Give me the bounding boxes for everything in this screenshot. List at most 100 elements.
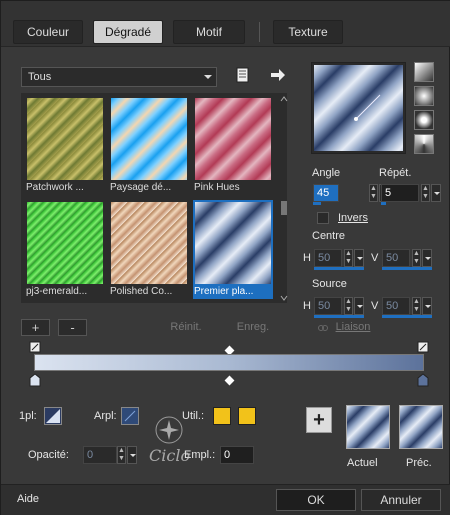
gradient-label: Pink Hues — [194, 182, 240, 193]
angle-slider[interactable] — [313, 202, 321, 205]
current-label: Actuel — [347, 457, 378, 469]
gradient-label: Premier pla... — [194, 286, 254, 297]
center-h-stepper[interactable]: ▲ ▼ — [344, 249, 353, 267]
watermark: Ciclo — [129, 416, 219, 476]
source-h-stepper[interactable]: ▲ ▼ — [344, 297, 353, 315]
gradient-swatch — [111, 202, 187, 284]
opacity-input[interactable]: 0 — [83, 446, 117, 464]
color-stop-end[interactable] — [417, 373, 429, 387]
gradient-thumb-patchwork[interactable]: Patchwork ... — [25, 96, 105, 195]
source-v-input[interactable]: 50 — [382, 297, 410, 315]
sunburst-style-button[interactable] — [414, 134, 434, 154]
tab-bar: Couleur Dégradé Motif Texture — [1, 1, 450, 47]
center-h-slider[interactable] — [314, 267, 364, 270]
gradient-swatch — [195, 98, 271, 180]
book-icon[interactable] — [234, 66, 252, 84]
center-h-dropdown[interactable] — [354, 249, 364, 267]
repeat-input[interactable]: 5 — [381, 184, 419, 202]
gradient-preview[interactable] — [311, 62, 406, 154]
link-icon — [318, 325, 328, 331]
remove-gradient-button[interactable]: - — [58, 319, 87, 336]
rectangular-style-button[interactable] — [414, 86, 434, 106]
color-midpoint[interactable] — [224, 375, 235, 386]
gradient-label: Patchwork ... — [26, 182, 84, 193]
chevron-down-icon[interactable] — [280, 295, 288, 301]
source-label: Source — [312, 278, 347, 290]
invert-label: Invers — [338, 212, 368, 224]
add-gradient-button[interactable]: + — [21, 319, 50, 336]
angle-stepper[interactable]: ▲ ▼ — [369, 184, 378, 202]
gradient-label: pj3-emerald... — [26, 286, 88, 297]
gradient-swatch — [111, 98, 187, 180]
center-v-input[interactable]: 50 — [382, 249, 410, 267]
tab-degrade[interactable]: Dégradé — [93, 20, 163, 44]
gradient-thumb-paysage[interactable]: Paysage dé... — [109, 96, 189, 195]
previous-gradient-thumb[interactable] — [399, 405, 443, 449]
point-label: 1pl: — [19, 410, 37, 422]
opacity-stop-start[interactable] — [29, 341, 41, 353]
center-h-input[interactable]: 50 — [314, 249, 342, 267]
chevron-up-icon[interactable] — [280, 96, 288, 102]
gradient-direction-handle[interactable] — [350, 87, 390, 127]
repeat-label: Répét. — [379, 167, 412, 179]
radial-style-button[interactable] — [414, 110, 434, 130]
opacity-stop-end[interactable] — [417, 341, 429, 353]
center-v-dropdown[interactable] — [422, 249, 432, 267]
gradient-thumb-polished-copper[interactable]: Polished Co... — [109, 200, 189, 299]
add-to-gallery-button[interactable]: + — [306, 407, 332, 433]
watermark-text: Ciclo — [149, 446, 191, 465]
angle-label: Angle — [312, 167, 341, 179]
repeat-stepper[interactable]: ▲ ▼ — [421, 184, 430, 202]
gradient-label: Paysage dé... — [110, 182, 172, 193]
gradient-swatch — [195, 202, 271, 284]
source-v-dropdown[interactable] — [422, 297, 432, 315]
source-h-dropdown[interactable] — [354, 297, 364, 315]
chevron-down-icon — [204, 75, 212, 79]
gradient-thumb-emerald[interactable]: pj3-emerald... — [25, 200, 105, 299]
gradient-swatch — [27, 202, 103, 284]
arrow-right-icon[interactable] — [269, 66, 287, 84]
gallery-scrollbar[interactable] — [279, 96, 289, 302]
save-gradient-button[interactable]: Enreg. — [223, 319, 283, 336]
category-select-value: Tous — [28, 71, 52, 83]
repeat-dropdown[interactable] — [431, 184, 441, 202]
gradient-swatch — [27, 98, 103, 180]
center-v-slider[interactable] — [382, 267, 432, 270]
empl-input[interactable]: 0 — [220, 446, 254, 464]
source-h-slider[interactable] — [314, 315, 364, 318]
scrollbar-thumb[interactable] — [281, 201, 287, 215]
source-v-slider[interactable] — [382, 315, 432, 318]
gradient-thumb-premier-plan[interactable]: Premier pla... — [193, 200, 273, 299]
previous-label: Préc. — [406, 457, 432, 469]
tab-motif[interactable]: Motif — [173, 20, 245, 44]
source-h-input[interactable]: 50 — [314, 297, 342, 315]
linear-style-button[interactable] — [414, 62, 434, 82]
reset-button[interactable]: Réinit. — [156, 319, 216, 336]
center-label: Centre — [312, 230, 346, 242]
tab-texture[interactable]: Texture — [273, 20, 343, 44]
cancel-button[interactable]: Annuler — [361, 489, 441, 511]
source-v-stepper[interactable]: ▲ ▼ — [412, 297, 421, 315]
angle-input[interactable]: 45 — [313, 184, 339, 202]
tab-couleur[interactable]: Couleur — [13, 20, 83, 44]
flower-logo-icon — [155, 416, 183, 444]
center-v-stepper[interactable]: ▲ ▼ — [412, 249, 421, 267]
gradient-bar[interactable] — [34, 354, 424, 371]
source-h-label: H — [303, 300, 311, 312]
help-link[interactable]: Aide — [17, 493, 39, 505]
source-v-label: V — [371, 300, 379, 312]
link-label[interactable]: Liaison — [331, 319, 375, 336]
opacity-label: Opacité: — [28, 449, 69, 461]
opacity-stepper[interactable]: ▲ ▼ — [117, 446, 126, 464]
foreground-stop-icon[interactable] — [44, 407, 62, 425]
invert-checkbox[interactable] — [317, 212, 329, 224]
ok-button[interactable]: OK — [276, 489, 356, 511]
gradient-gallery: Patchwork ... Paysage dé... Pink Hues pj… — [21, 93, 287, 303]
category-select[interactable]: Tous — [21, 67, 217, 87]
gradient-thumb-pink-hues[interactable]: Pink Hues — [193, 96, 273, 195]
color-stop-start[interactable] — [29, 373, 41, 387]
gradient-label: Polished Co... — [110, 286, 173, 297]
repeat-slider[interactable] — [381, 202, 386, 205]
tab-separator — [259, 22, 260, 42]
util-color-swatch-b[interactable] — [238, 407, 256, 425]
